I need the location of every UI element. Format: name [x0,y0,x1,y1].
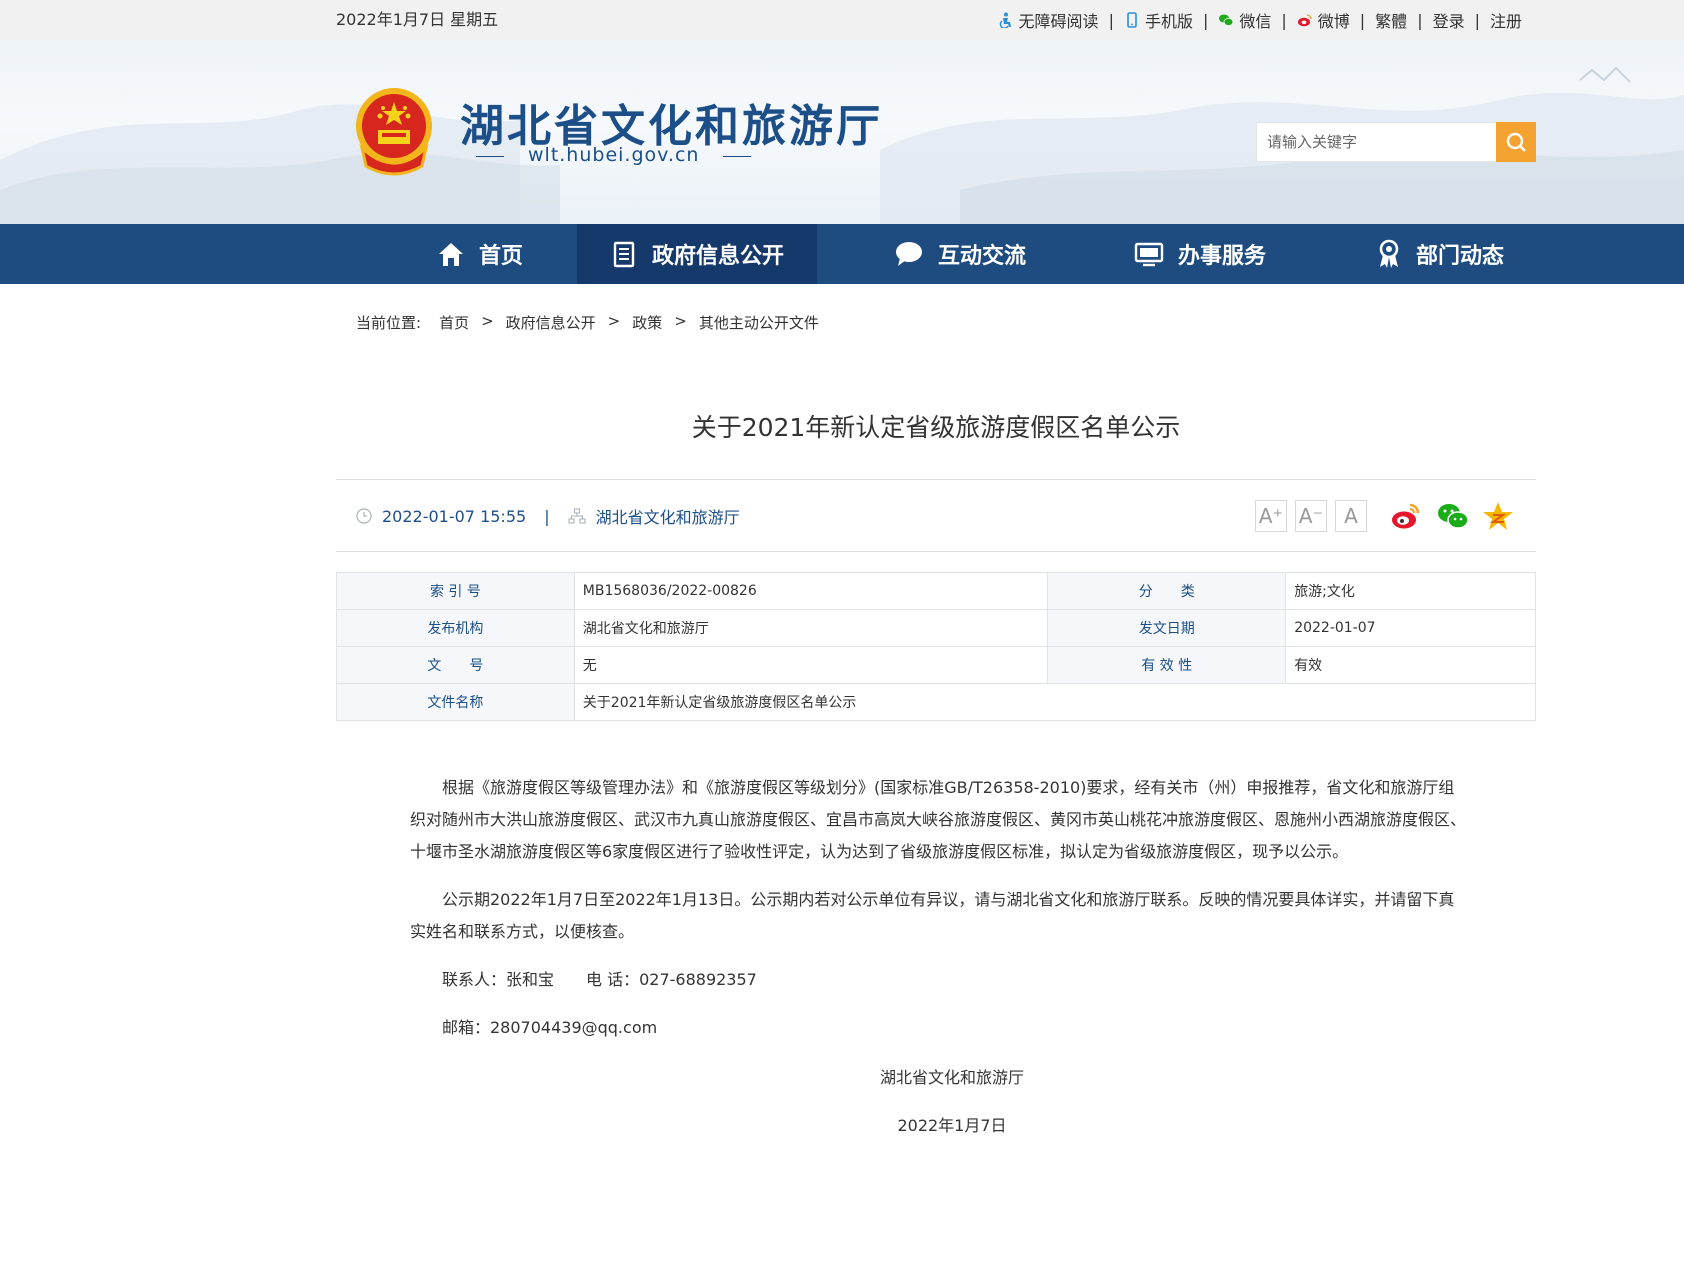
org-label: 发布机构 [336,609,575,647]
category-value: 旅游;文化 [1285,572,1536,610]
validity-label: 有 效 性 [1047,646,1287,684]
main-nav: 首页 政府信息公开 互动交流 办事服务 部门动态 [0,224,1684,284]
nav-item-home[interactable]: 首页 [380,224,580,284]
contact-info: 联系人：张和宝 电 话：027-68892357 [442,970,757,989]
site-header: 湖北省文化和旅游厅 wlt.hubei.gov.cn [0,40,1684,224]
font-increase-button[interactable]: A⁺ [1255,500,1287,532]
mobile-version-link[interactable]: 手机版 [1120,8,1197,32]
nav-item-gov-info[interactable]: 政府信息公开 [577,224,817,284]
doc-name-label: 文件名称 [336,683,575,721]
article-body: 根据《旅游度假区等级管理办法》和《旅游度假区等级划分》(国家标准GB/T2635… [410,772,1470,1060]
top-links: 无障碍阅读 | 手机版 | 微信 | 微博 | 繁體 | 登录 | 注册 [994,0,1526,40]
signature-date: 2022年1月7日 [897,1116,1007,1135]
docno-label: 文 号 [336,646,575,684]
wechat-icon [1219,14,1234,26]
body-paragraph: 根据《旅游度假区等级管理办法》和《旅游度假区等级划分》(国家标准GB/T2635… [410,778,1467,861]
weibo-link[interactable]: 微博 [1293,8,1354,32]
font-reset-button[interactable]: A [1335,500,1367,532]
table-row: 文件名称 关于2021年新认定省级旅游度假区名单公示 [336,683,1537,721]
wechat-icon [1438,504,1469,529]
index-value: MB1568036/2022-00826 [573,572,1049,610]
share-qzone-button[interactable] [1482,500,1514,532]
accessibility-icon [999,12,1011,28]
traditional-chinese-link[interactable]: 繁體 [1371,8,1411,32]
publish-datetime: 2022-01-07 15:55 [382,506,527,526]
font-size-controls: A⁺ A⁻ A [1255,500,1367,532]
chat-bubble-icon [895,242,922,266]
signature-org: 湖北省文化和旅游厅 [879,1068,1024,1087]
doc-name-value: 关于2021年新认定省级旅游度假区名单公示 [573,683,1537,721]
breadcrumb-item-home[interactable]: 首页 [439,312,469,333]
search-button[interactable] [1496,122,1536,162]
date-label: 发文日期 [1047,609,1287,647]
docno-value: 无 [573,646,1049,684]
nav-item-department-news[interactable]: 部门动态 [1340,224,1540,284]
clock-icon [356,508,372,524]
share-weibo-button[interactable] [1390,500,1422,532]
category-label: 分 类 [1047,572,1287,610]
qzone-star-icon [1483,502,1513,530]
current-date: 2022年1月7日 星期五 [336,10,499,29]
date-value: 2022-01-07 [1285,609,1536,647]
search-box [1256,122,1536,162]
register-link[interactable]: 注册 [1486,8,1526,32]
divider [336,551,1536,552]
table-row: 发布机构 湖北省文化和旅游厅 发文日期 2022-01-07 [336,609,1536,647]
email-info: 邮箱：280704439@qq.com [442,1018,658,1037]
accessible-reading-link[interactable]: 无障碍阅读 [994,8,1103,32]
document-info-table: 索 引 号 MB1568036/2022-00826 分 类 旅游;文化 发布机… [336,572,1537,721]
nav-item-interaction[interactable]: 互动交流 [860,224,1060,284]
breadcrumb-item-gov-info[interactable]: 政府信息公开 [506,312,596,333]
table-row: 索 引 号 MB1568036/2022-00826 分 类 旅游;文化 [336,572,1536,610]
share-bar [1390,500,1514,532]
top-utility-bar: 2022年1月7日 星期五 无障碍阅读 | 手机版 | 微信 | 微博 | 繁體… [0,0,1684,40]
article-title: 关于2021年新认定省级旅游度假区名单公示 [691,413,1181,442]
breadcrumb-item-other-files[interactable]: 其他主动公开文件 [699,312,819,333]
publisher: 湖北省文化和旅游厅 [595,508,740,527]
weibo-icon [1392,503,1420,529]
national-emblem-logo [356,88,432,176]
divider [336,479,1536,480]
validity-value: 有效 [1285,646,1536,684]
weibo-icon [1297,14,1312,27]
home-icon [438,243,463,266]
search-input[interactable] [1257,123,1497,161]
font-decrease-button[interactable]: A⁻ [1295,500,1327,532]
document-icon [613,241,635,268]
breadcrumb: 当前位置: 首页 > 政府信息公开 > 政策 > 其他主动公开文件 [356,312,819,333]
site-url: wlt.hubei.gov.cn [475,144,753,166]
wechat-link[interactable]: 微信 [1214,8,1275,32]
search-icon [1506,132,1526,152]
org-chart-icon [568,508,586,524]
breadcrumb-item-policy[interactable]: 政策 [632,312,662,333]
article-meta: 2022-01-07 15:55 | 湖北省文化和旅游厅 [356,504,740,528]
breadcrumb-label: 当前位置: [356,314,422,332]
award-ribbon-icon [1379,239,1399,268]
org-value: 湖北省文化和旅游厅 [573,609,1049,647]
monitor-icon [1134,242,1164,267]
body-paragraph: 公示期2022年1月7日至2022年1月13日。公示期内若对公示单位有异议，请与… [410,890,1455,941]
mobile-phone-icon [1127,12,1137,28]
table-row: 文 号 无 有 效 性 有效 [336,646,1536,684]
login-link[interactable]: 登录 [1429,8,1469,32]
share-wechat-button[interactable] [1436,500,1469,532]
index-label: 索 引 号 [336,572,575,610]
nav-item-services[interactable]: 办事服务 [1100,224,1300,284]
